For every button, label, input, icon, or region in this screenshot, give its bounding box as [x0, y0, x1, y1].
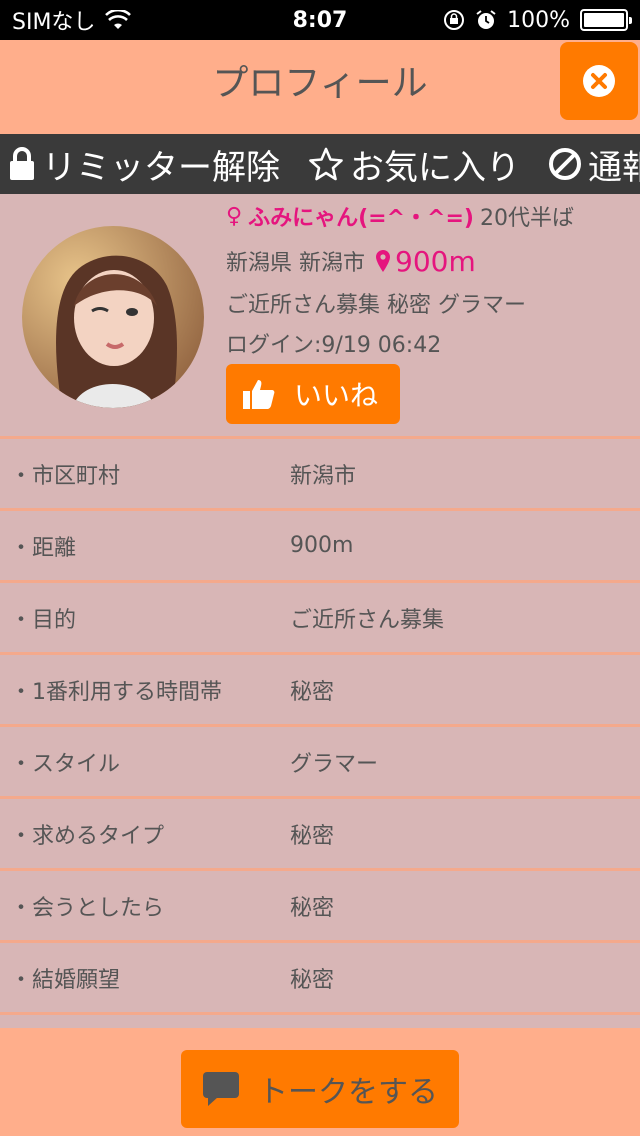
detail-label: ・1番利用する時間帯 — [10, 679, 222, 705]
profile-tags: ご近所さん募集 秘密 グラマー — [226, 293, 526, 318]
detail-row-city: ・市区町村 新潟市 — [0, 436, 640, 508]
detail-label: ・会うとしたら — [10, 895, 165, 921]
detail-value: 900m — [290, 533, 354, 558]
battery-icon — [580, 9, 632, 31]
gender-symbol: ♀ — [226, 203, 243, 229]
detail-row-distance: ・距離 900m — [0, 508, 640, 580]
detail-label: ・スタイル — [10, 751, 121, 777]
talk-button[interactable]: トークをする — [181, 1050, 459, 1128]
alarm-icon — [476, 10, 496, 29]
status-bar: SIMなし 8:07 100% — [0, 0, 640, 40]
detail-label: ・結婚願望 — [10, 967, 121, 993]
detail-value: グラマー — [290, 751, 379, 777]
detail-label: ・目的 — [10, 607, 77, 633]
detail-row-meeting: ・会うとしたら 秘密 — [0, 868, 640, 940]
report-button[interactable]: 通報 — [548, 140, 640, 189]
battery-percent: 100% — [507, 7, 570, 33]
detail-value: 秘密 — [290, 967, 335, 993]
detail-row-time: ・1番利用する時間帯 秘密 — [0, 652, 640, 724]
profile-summary: ♀ ふみにゃん(=^・^=) 20代半ば 新潟県 新潟市 900m ご近所さん募… — [0, 194, 640, 434]
footer-bar: トークをする — [0, 1028, 640, 1136]
lock-icon — [10, 147, 34, 180]
limiter-release-label: リミッター解除 — [42, 147, 280, 188]
wifi-icon — [105, 10, 132, 29]
map-pin-icon — [376, 250, 390, 272]
favorite-label: お気に入り — [350, 147, 520, 188]
page-title: プロフィール — [212, 63, 428, 104]
like-button[interactable]: いいね — [226, 364, 400, 424]
avatar[interactable] — [22, 226, 204, 408]
detail-label: ・市区町村 — [10, 463, 121, 489]
talk-label: トークをする — [258, 1075, 438, 1110]
prohibited-icon — [549, 148, 581, 180]
chat-bubble-icon — [203, 1072, 239, 1106]
detail-label: ・距離 — [10, 535, 77, 561]
detail-row-purpose: ・目的 ご近所さん募集 — [0, 580, 640, 652]
user-location: 新潟県 新潟市 — [226, 251, 365, 276]
detail-row-preferred-type: ・求めるタイプ 秘密 — [0, 796, 640, 868]
profile-details-list: ・市区町村 新潟市 ・距離 900m ・目的 ご近所さん募集 ・1番利用する時間… — [0, 436, 640, 1032]
detail-value: ご近所さん募集 — [290, 607, 445, 633]
favorite-button[interactable]: お気に入り — [308, 140, 520, 189]
profile-photo — [22, 226, 204, 408]
thumbs-up-icon — [243, 380, 275, 409]
detail-value: 秘密 — [290, 895, 335, 921]
like-label: いいね — [294, 379, 379, 412]
detail-row-style: ・スタイル グラマー — [0, 724, 640, 796]
report-label: 通報 — [588, 147, 640, 188]
carrier-label: SIMなし — [12, 10, 96, 35]
star-icon — [309, 147, 343, 181]
user-name: ふみにゃん(=^・^=) — [248, 206, 474, 231]
limiter-release-button[interactable]: リミッター解除 — [0, 140, 280, 189]
distance-badge: 900m — [375, 245, 476, 278]
close-icon — [583, 65, 615, 97]
detail-value: 新潟市 — [290, 463, 357, 489]
rotation-lock-icon — [444, 10, 465, 30]
profile-info: ♀ ふみにゃん(=^・^=) 20代半ば 新潟県 新潟市 900m ご近所さん募… — [226, 200, 636, 424]
detail-value: 秘密 — [290, 679, 335, 705]
detail-label: ・求めるタイプ — [10, 823, 165, 849]
action-bar: リミッター解除 お気に入り 通報 — [0, 134, 640, 194]
distance-value: 900m — [395, 244, 476, 278]
detail-value: 秘密 — [290, 823, 335, 849]
user-age: 20代半ば — [479, 206, 574, 231]
last-login: ログイン:9/19 06:42 — [226, 333, 442, 358]
header: プロフィール — [0, 40, 640, 134]
detail-row-marriage: ・結婚願望 秘密 — [0, 940, 640, 1012]
close-button[interactable] — [560, 42, 638, 120]
